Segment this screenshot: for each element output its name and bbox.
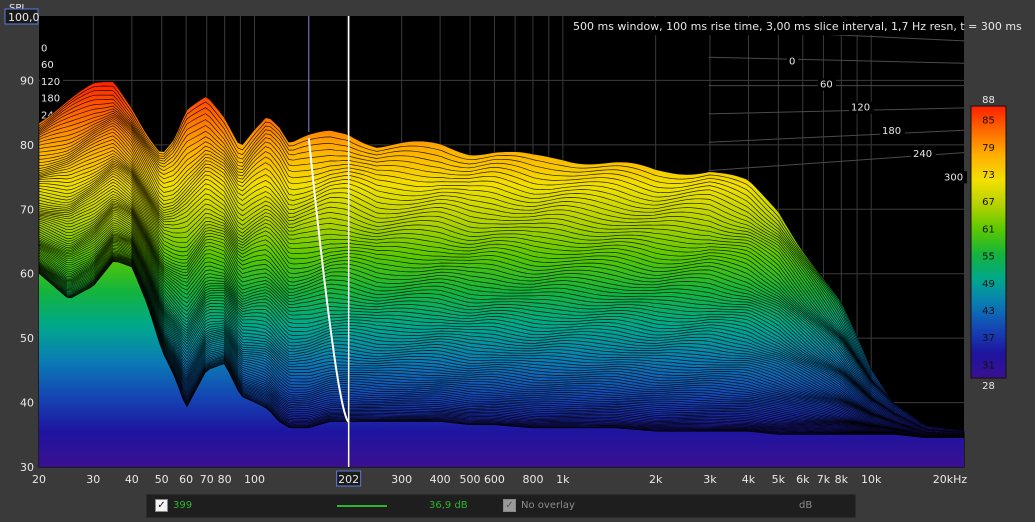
- legend-bar: ✓ 399 36,9 dB ✓ No overlay dB: [146, 494, 856, 518]
- time-label-right: 120: [851, 103, 870, 114]
- x-tick-label: 400: [430, 473, 451, 486]
- y-tick-label: 70: [20, 203, 34, 216]
- x-tick-label: 3k: [703, 473, 717, 486]
- x-tick-label: 20kHz: [933, 473, 968, 486]
- time-label-right: 0: [789, 56, 795, 67]
- y-top-value: 100,0: [8, 11, 40, 24]
- x-tick-label: 7k: [817, 473, 831, 486]
- x-tick-label: 10k: [861, 473, 882, 486]
- x-tick-label: 40: [125, 473, 139, 486]
- x-tick-label: 4k: [742, 473, 756, 486]
- x-tick-label: 800: [522, 473, 543, 486]
- x-tick-label: 6k: [796, 473, 810, 486]
- x-tick-label: 1k: [556, 473, 570, 486]
- y-axis-labels: 30405060708090: [20, 74, 34, 474]
- colorbar-label: 55: [982, 252, 995, 263]
- colorbar-label: 85: [982, 116, 995, 127]
- colorbar: 88 85 79 73 67 61 55 49 43 37 31 28: [970, 95, 1007, 392]
- legend-name-399: 399: [173, 500, 193, 511]
- x-tick-label: 60: [179, 473, 193, 486]
- y-tick-label: 90: [20, 74, 34, 87]
- x-tick-label: 600: [484, 473, 505, 486]
- colorbar-label: 67: [982, 197, 995, 208]
- time-label-right: 300: [944, 172, 963, 183]
- y-tick-label: 80: [20, 139, 34, 152]
- legend-checkbox-overlay[interactable]: ✓: [503, 499, 516, 512]
- legend-value-overlay: dB: [799, 500, 813, 511]
- colorbar-label: 37: [982, 333, 995, 344]
- x-tick-label: 5k: [772, 473, 786, 486]
- time-label-right: 180: [882, 126, 901, 137]
- colorbar-label: 79: [982, 143, 995, 154]
- legend-name-overlay: No overlay: [521, 500, 575, 511]
- legend-value-399: 36,9 dB: [429, 500, 468, 511]
- y-tick-label: 60: [20, 268, 34, 281]
- colorbar-label: 88: [982, 95, 995, 106]
- y-tick-label: 40: [20, 397, 34, 410]
- info-text: 500 ms window, 100 ms rise time, 3,00 ms…: [573, 20, 1022, 33]
- x-axis-labels: 20 30 40 50 60 70 80 100 300 400 500 600 800 1k 2k 3k 4k…: [32, 470, 968, 487]
- x-tick-label: 8k: [835, 473, 849, 486]
- x-tick-label: 100: [244, 473, 265, 486]
- x-tick-label: 50: [155, 473, 169, 486]
- x-tick-label: 30: [86, 473, 100, 486]
- legend-checkbox-399[interactable]: ✓: [155, 499, 168, 512]
- waterfall-chart: 060120180240300060120180240300 304050607…: [4, 3, 1022, 487]
- cursor-label: 202: [338, 473, 359, 486]
- time-label-left: 60: [41, 60, 54, 71]
- legend-line-swatch: [337, 505, 387, 507]
- time-label-left: 180: [41, 94, 60, 105]
- x-tick-label: 2k: [649, 473, 663, 486]
- colorbar-label: 49: [982, 279, 995, 290]
- time-label-left: 0: [41, 43, 47, 54]
- colorbar-label: 28: [982, 381, 995, 392]
- colorbar-label: 31: [982, 360, 995, 371]
- x-tick-label: 500: [460, 473, 481, 486]
- colorbar-label: 73: [982, 170, 995, 181]
- time-label-right: 60: [820, 80, 833, 91]
- time-label-right: 240: [913, 149, 932, 160]
- colorbar-label: 61: [982, 224, 995, 235]
- x-tick-label: 300: [391, 473, 412, 486]
- x-tick-label: 20: [32, 473, 46, 486]
- time-label-left: 120: [41, 77, 60, 88]
- x-tick-label: 80: [218, 473, 232, 486]
- x-tick-label: 70: [200, 473, 214, 486]
- colorbar-label: 43: [982, 306, 995, 317]
- y-tick-label: 50: [20, 332, 34, 345]
